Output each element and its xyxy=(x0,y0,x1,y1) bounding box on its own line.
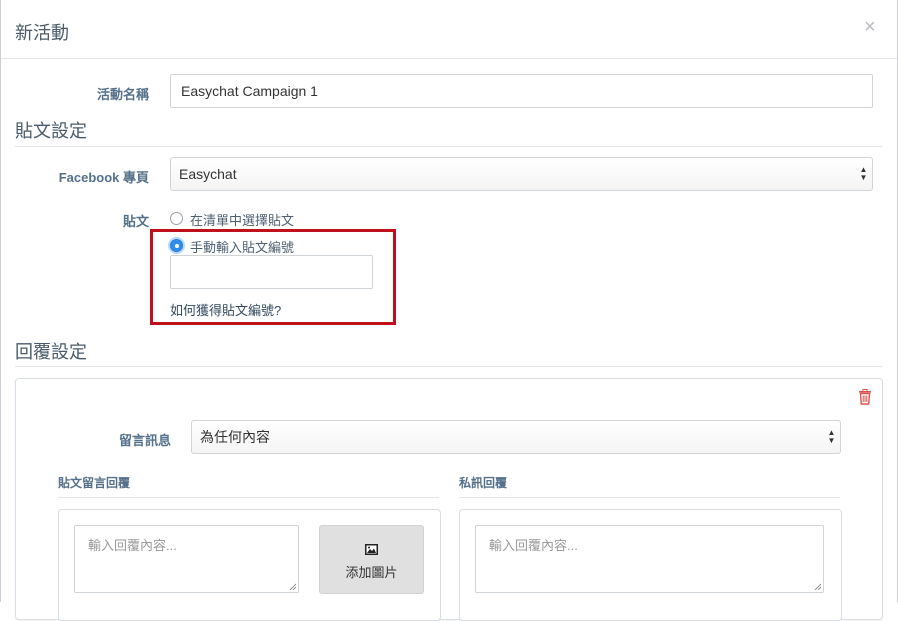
image-icon xyxy=(365,544,378,555)
select-arrows-icon: ▲ ▼ xyxy=(859,165,868,182)
reply-settings-divider xyxy=(15,366,882,367)
radio-select-from-list-label[interactable]: 在清單中選擇貼文 xyxy=(190,210,294,229)
comment-message-selected-value: 為任何內容 xyxy=(200,429,270,445)
private-message-reply-label: 私訊回覆 xyxy=(459,476,508,490)
post-comment-reply-divider xyxy=(58,497,439,498)
comment-message-select[interactable]: 為任何內容 ▲ ▼ xyxy=(191,420,841,454)
post-comment-reply-placeholder: 輸入回覆內容... xyxy=(88,538,177,553)
facebook-page-label: Facebook 專頁 xyxy=(58,170,149,185)
add-image-label: 添加圖片 xyxy=(345,565,398,580)
post-settings-divider xyxy=(15,146,882,147)
radio-select-from-list[interactable] xyxy=(170,212,183,225)
facebook-page-select[interactable]: Easychat ▲ ▼ xyxy=(170,157,873,191)
resize-grip-icon[interactable] xyxy=(814,583,821,590)
highlight-annotation-box xyxy=(150,229,396,325)
private-message-reply-textarea[interactable]: 輸入回覆內容... xyxy=(475,525,824,593)
private-message-reply-placeholder: 輸入回覆內容... xyxy=(489,538,578,553)
campaign-name-input[interactable]: Easychat Campaign 1 xyxy=(170,74,873,108)
reply-settings-title: 回覆設定 xyxy=(15,342,87,362)
resize-grip-icon[interactable] xyxy=(289,583,296,590)
close-icon[interactable]: × xyxy=(864,17,876,37)
trash-icon[interactable] xyxy=(858,389,872,405)
post-settings-title: 貼文設定 xyxy=(15,121,87,141)
select-arrows-icon: ▲ ▼ xyxy=(827,428,836,445)
modal-title: 新活動 xyxy=(15,23,69,43)
campaign-name-label: 活動名稱 xyxy=(96,87,149,102)
post-label: 貼文 xyxy=(122,214,149,229)
comment-message-label: 留言訊息 xyxy=(118,433,171,448)
private-message-reply-divider xyxy=(459,497,840,498)
new-campaign-modal: 新活動 × 活動名稱 Easychat Campaign 1 貼文設定 Face… xyxy=(0,0,898,621)
post-comment-reply-label: 貼文留言回覆 xyxy=(58,476,131,490)
header-divider xyxy=(1,58,897,59)
facebook-page-selected-value: Easychat xyxy=(179,166,237,182)
post-comment-reply-textarea[interactable]: 輸入回覆內容... xyxy=(74,525,299,593)
add-image-button[interactable]: 添加圖片 xyxy=(319,525,424,594)
